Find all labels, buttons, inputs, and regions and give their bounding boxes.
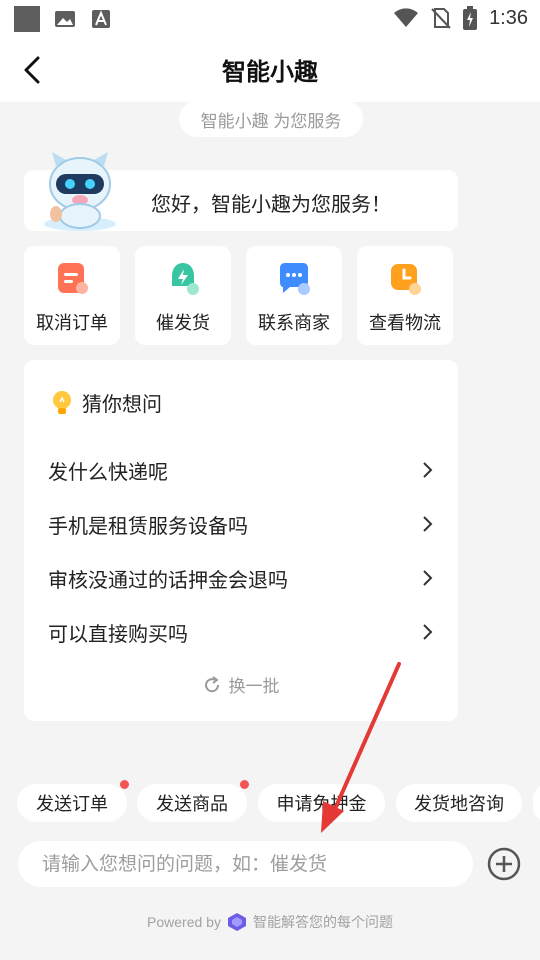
faq-title: 猜你想问 [82, 394, 162, 416]
chip-shipping-location[interactable]: 发货地咨询 [396, 784, 522, 822]
app-notification-icon [14, 6, 40, 32]
faq-item[interactable]: 发什么快递呢 [48, 448, 434, 492]
status-right-icons: 1:36 [393, 6, 528, 30]
chevron-right-icon [423, 516, 433, 532]
faq-item[interactable]: 手机是租赁服务设备吗 [48, 502, 434, 546]
action-urge-shipping[interactable]: 催发货 [135, 246, 231, 345]
battery-charging-icon [463, 6, 478, 30]
urge-shipping-icon [172, 263, 199, 295]
chip-label: 申请免押金 [276, 794, 367, 814]
faq-header: 猜你想问 [52, 388, 162, 417]
chip-label: 发送商品 [156, 794, 228, 814]
refresh-label: 换一批 [228, 677, 280, 696]
action-label: 催发货 [156, 313, 210, 333]
action-label: 取消订单 [36, 313, 108, 333]
faq-question: 审核没通过的话押金会退吗 [48, 569, 288, 592]
notification-dot [240, 780, 249, 789]
faq-question: 发什么快递呢 [48, 461, 168, 484]
faq-question: 手机是租赁服务设备吗 [48, 515, 248, 538]
action-cancel-order[interactable]: 取消订单 [24, 246, 120, 345]
refresh-button[interactable]: 换一批 [24, 672, 458, 697]
status-left-icons [14, 6, 112, 32]
add-circle-icon[interactable] [487, 847, 521, 881]
powered-by-footer: Powered by 智能解答您的每个问题 [0, 912, 540, 932]
action-label: 查看物流 [369, 313, 441, 333]
font-a-icon [92, 10, 110, 28]
greeting-text: 您好，智能小趣为您服务！ [151, 194, 391, 216]
chip-partial[interactable] [533, 784, 540, 822]
notification-dot [120, 780, 129, 789]
chip-label: 发送订单 [36, 794, 108, 814]
logistics-icon [391, 264, 421, 295]
lightbulb-icon [53, 390, 71, 414]
chip-send-order[interactable]: 发送订单 [17, 780, 129, 822]
chip-apply-deposit-waiver[interactable]: 申请免押金 [258, 784, 385, 822]
action-view-logistics[interactable]: 查看物流 [357, 246, 453, 345]
refresh-icon [204, 675, 219, 692]
wifi-icon [394, 8, 419, 27]
faq-card: 猜你想问 发什么快递呢 手机是租赁服务设备吗 审核没通过的话押金会退吗 可以直接… [24, 360, 458, 721]
brand-logo-icon [227, 913, 246, 931]
action-label: 联系商家 [258, 313, 330, 333]
powered-by-text: Powered by [147, 914, 221, 930]
gallery-icon [55, 11, 75, 27]
question-input-container [18, 841, 473, 889]
faq-question: 可以直接购买吗 [48, 623, 188, 646]
chevron-right-icon [423, 462, 433, 478]
chip-send-product[interactable]: 发送商品 [137, 780, 249, 822]
chevron-right-icon [423, 624, 433, 640]
contact-merchant-icon [280, 263, 310, 295]
top-bar: 智能小趣 [0, 38, 540, 102]
chip-label: 发货地咨询 [414, 794, 504, 814]
status-bar: 1:36 [0, 0, 540, 38]
chevron-right-icon [423, 570, 433, 586]
robot-mascot-icon [44, 152, 116, 231]
action-contact-merchant[interactable]: 联系商家 [246, 246, 342, 345]
status-time: 1:36 [489, 6, 528, 29]
no-sim-icon [431, 8, 451, 29]
faq-item[interactable]: 审核没通过的话押金会退吗 [48, 556, 434, 600]
question-input[interactable] [40, 841, 444, 889]
cancel-order-icon [58, 263, 88, 294]
service-pill: 智能小趣 为您服务 [179, 101, 363, 137]
footer-tagline: 智能解答您的每个问题 [252, 914, 393, 930]
page-title: 智能小趣 [222, 59, 318, 86]
faq-item[interactable]: 可以直接购买吗 [48, 610, 434, 654]
